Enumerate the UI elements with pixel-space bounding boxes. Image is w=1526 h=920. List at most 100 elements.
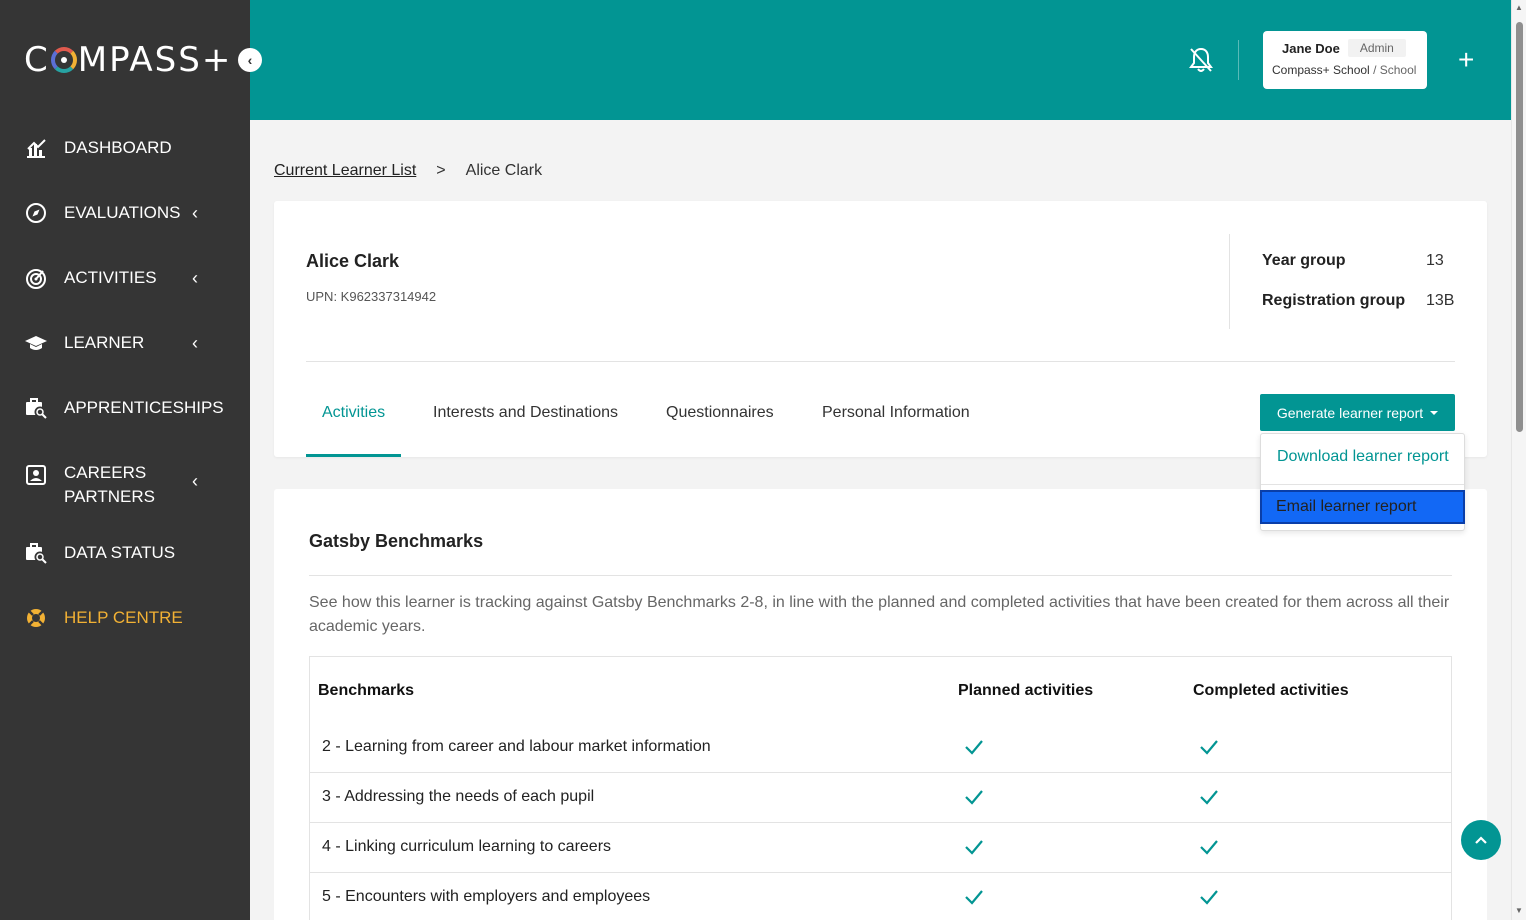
sidebar-item-label-line1: CAREERS — [64, 463, 147, 482]
header: Jane Doe Admin Compass+ School / School … — [250, 0, 1511, 120]
report-dropdown-menu: Download learner report Email learner re… — [1260, 433, 1465, 531]
chevron-left-icon: ‹ — [192, 267, 198, 288]
user-org-type: / School — [1373, 63, 1417, 77]
caret-down-icon — [1430, 410, 1439, 415]
page-scrollbar[interactable]: ▲ ▼ — [1511, 0, 1526, 920]
sidebar-item-label: LEARNER — [64, 333, 145, 352]
table-row: 4 - Linking curriculum learning to caree… — [310, 823, 1451, 873]
learner-summary-card: Alice Clark UPN: K962337314942 Year grou… — [274, 201, 1487, 457]
sidebar-item-activities[interactable]: ACTIVITIES ‹ — [24, 266, 234, 290]
graduation-cap-icon — [24, 331, 48, 355]
user-role-badge: Admin — [1347, 39, 1406, 57]
check-icon — [1200, 790, 1218, 805]
logo-ring-icon — [50, 47, 77, 73]
benchmark-name: 5 - Encounters with employers and employ… — [322, 888, 651, 905]
benchmarks-table: Benchmarks Planned activities Completed … — [309, 656, 1452, 920]
table-row: 3 - Addressing the needs of each pupil — [310, 773, 1451, 823]
sidebar-item-careers-partners[interactable]: CAREERS PARTNERS ‹ — [24, 461, 234, 509]
target-icon — [24, 266, 48, 290]
sidebar-item-learner[interactable]: LEARNER ‹ — [24, 331, 234, 355]
check-icon — [965, 790, 983, 805]
check-icon — [1200, 740, 1218, 755]
column-header-benchmarks: Benchmarks — [318, 682, 415, 699]
sidebar-item-label-line2: PARTNERS — [64, 487, 156, 506]
sidebar-collapse-button[interactable]: ‹ — [238, 48, 262, 72]
sidebar-item-label: ACTIVITIES — [64, 268, 157, 287]
sidebar-item-label: DATA STATUS — [64, 543, 176, 562]
user-profile-card[interactable]: Jane Doe Admin Compass+ School / School — [1263, 31, 1427, 89]
gatsby-divider — [309, 575, 1452, 576]
breadcrumb-separator: > — [436, 162, 446, 179]
contact-card-icon — [24, 463, 48, 487]
scroll-up-arrow-icon[interactable]: ▲ — [1515, 3, 1523, 12]
tab-activities[interactable]: Activities — [322, 404, 385, 422]
benchmark-name: 2 - Learning from career and labour mark… — [322, 738, 711, 755]
card-divider — [306, 361, 1455, 362]
benchmark-name: 3 - Addressing the needs of each pupil — [322, 788, 595, 805]
gatsby-description: See how this learner is tracking against… — [309, 594, 1450, 635]
check-icon — [1200, 890, 1218, 905]
sidebar: C MPASS+ DASHBOARD EVALUATIONS ‹ ACTIVITI… — [0, 0, 250, 920]
sidebar-item-evaluations[interactable]: EVALUATIONS ‹ — [24, 201, 234, 225]
chevron-left-icon: ‹ — [192, 332, 198, 353]
dashboard-chart-icon — [24, 136, 48, 160]
learner-upn: UPN: K962337314942 — [306, 289, 437, 304]
generate-learner-report-button[interactable]: Generate learner report — [1260, 394, 1455, 431]
email-learner-report-option[interactable]: Email learner report — [1260, 490, 1465, 524]
briefcase-search-icon — [24, 396, 48, 420]
year-group-label: Year group — [1262, 252, 1346, 269]
logo-text-start: C — [24, 40, 50, 80]
tab-interests-and-destinations[interactable]: Interests and Destinations — [433, 404, 618, 422]
learner-name: Alice Clark — [306, 251, 400, 271]
year-group-value: 13 — [1426, 252, 1444, 269]
active-tab-indicator — [306, 454, 401, 457]
check-icon — [965, 740, 983, 755]
table-row: 5 - Encounters with employers and employ… — [310, 873, 1451, 920]
scroll-down-arrow-icon[interactable]: ▼ — [1515, 906, 1523, 915]
sidebar-item-help-centre[interactable]: HELP CENTRE — [24, 606, 234, 630]
logo-text-end: MPASS+ — [77, 40, 233, 80]
check-icon — [1200, 840, 1218, 855]
table-row: 2 - Learning from career and labour mark… — [310, 723, 1451, 773]
check-icon — [965, 890, 983, 905]
breadcrumb-parent-link[interactable]: Current Learner List — [274, 162, 416, 180]
breadcrumb: Current Learner List > Alice Clark — [274, 162, 542, 180]
lifebuoy-icon — [24, 606, 48, 630]
dropdown-divider — [1261, 484, 1464, 485]
scrollbar-thumb[interactable] — [1516, 22, 1523, 432]
sidebar-item-label: APPRENTICESHIPS — [64, 398, 224, 417]
briefcase-search-icon — [24, 541, 48, 565]
sidebar-item-apprenticeships[interactable]: APPRENTICESHIPS — [24, 396, 234, 420]
download-learner-report-option[interactable]: Download learner report — [1277, 448, 1449, 466]
info-divider — [1229, 234, 1230, 329]
scroll-to-top-button[interactable] — [1461, 820, 1501, 860]
header-divider — [1238, 40, 1239, 80]
chevron-left-icon: ‹ — [192, 471, 198, 491]
chevron-left-icon: ‹ — [247, 52, 253, 68]
sidebar-item-dashboard[interactable]: DASHBOARD — [24, 136, 234, 160]
chevron-up-icon — [1475, 836, 1487, 844]
add-icon[interactable]: + — [1458, 44, 1474, 76]
compass-icon — [24, 201, 48, 225]
gatsby-benchmarks-card: Gatsby Benchmarks See how this learner i… — [274, 489, 1487, 920]
generate-learner-report-label: Generate learner report — [1276, 404, 1424, 421]
compass-logo[interactable]: C MPASS+ — [24, 40, 232, 80]
tab-personal-information[interactable]: Personal Information — [822, 404, 970, 422]
bell-off-icon[interactable] — [1188, 46, 1214, 74]
sidebar-item-label: CAREERS PARTNERS — [64, 461, 155, 509]
tab-questionnaires[interactable]: Questionnaires — [666, 404, 774, 422]
sidebar-item-label: EVALUATIONS — [64, 203, 181, 222]
sidebar-item-label: HELP CENTRE — [64, 608, 183, 627]
sidebar-item-label: DASHBOARD — [64, 138, 172, 157]
column-header-planned: Planned activities — [958, 682, 1094, 699]
user-school: Compass+ School — [1272, 63, 1370, 77]
user-name: Jane Doe — [1282, 40, 1340, 56]
check-icon — [965, 840, 983, 855]
registration-group-value: 13B — [1426, 292, 1455, 309]
chevron-left-icon: ‹ — [192, 202, 198, 223]
breadcrumb-current: Alice Clark — [465, 162, 543, 179]
benchmark-name: 4 - Linking curriculum learning to caree… — [322, 838, 612, 855]
gatsby-title: Gatsby Benchmarks — [309, 531, 484, 551]
sidebar-item-data-status[interactable]: DATA STATUS — [24, 541, 234, 565]
column-header-completed: Completed activities — [1193, 682, 1349, 699]
